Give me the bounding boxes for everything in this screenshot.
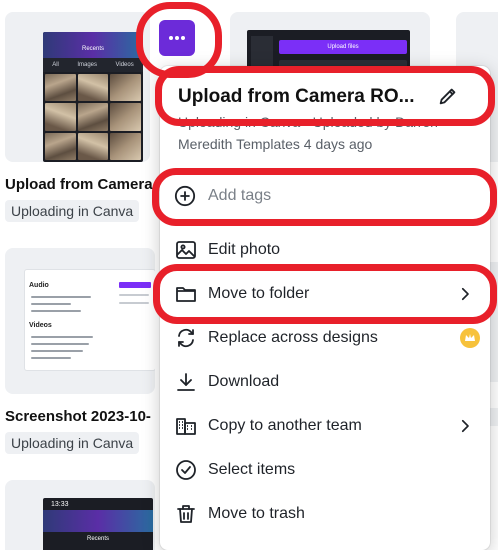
preview-app-bar bbox=[43, 32, 143, 58]
card-subtitle: Uploading in Canva bbox=[5, 200, 140, 222]
media-card-4[interactable]: Audio Videos bbox=[5, 248, 155, 394]
media-card-1[interactable]: Recents All Images Videos bbox=[5, 12, 150, 162]
menu-meta-uploader: Uploading in Canva · Uploaded by Darren bbox=[178, 114, 438, 130]
menu-item-move-to-folder[interactable]: Move to folder bbox=[160, 274, 490, 314]
media-thumbnail: Recents All Images Videos bbox=[43, 32, 143, 162]
preview-tab: Images bbox=[77, 62, 98, 68]
menu-item-label: Copy to another team bbox=[208, 417, 362, 434]
chevron-right-icon bbox=[461, 419, 469, 433]
preview-tab: All bbox=[52, 62, 59, 68]
menu-item-select-items[interactable]: Select items bbox=[160, 450, 490, 490]
replace-icon bbox=[178, 328, 194, 348]
menu-item-label: Move to folder bbox=[208, 285, 310, 302]
card-subtitle: Uploading in Canva bbox=[5, 432, 140, 454]
trash-icon bbox=[177, 505, 195, 523]
menu-item-download[interactable]: Download bbox=[160, 362, 490, 402]
premium-crown-badge bbox=[460, 328, 480, 348]
context-menu: Upload from Camera RO... Uploading in Ca… bbox=[160, 66, 490, 550]
menu-item-copy-to-another-team[interactable]: Copy to another team bbox=[160, 406, 490, 446]
menu-item-edit-photo[interactable]: Edit photo bbox=[160, 230, 490, 270]
team-copy-icon bbox=[176, 418, 196, 435]
menu-item-label: Edit photo bbox=[208, 241, 281, 258]
menu-item-label: Move to trash bbox=[208, 505, 305, 522]
card-title[interactable]: Upload from Camera bbox=[5, 176, 153, 193]
preview-tab: Videos bbox=[115, 62, 134, 68]
preview-app-bar bbox=[43, 510, 153, 532]
chevron-right-icon bbox=[461, 287, 469, 301]
preview-photo-grid bbox=[45, 74, 141, 160]
preview-heading-2: Videos bbox=[29, 322, 52, 329]
preview-heading: Recents bbox=[81, 46, 104, 52]
menu-item-label: Download bbox=[208, 373, 280, 390]
menu-item-replace-across-designs[interactable]: Replace across designs bbox=[160, 318, 490, 358]
add-tags-input[interactable]: Add tags bbox=[168, 180, 482, 212]
preview-heading: Audio bbox=[29, 282, 49, 289]
plus-circle-icon bbox=[174, 185, 196, 207]
media-thumbnail: 13:33 Recents bbox=[43, 498, 153, 550]
pencil-icon[interactable] bbox=[437, 85, 459, 107]
media-thumbnail: Audio Videos bbox=[25, 270, 155, 370]
media-card-5[interactable]: 13:33 Recents bbox=[5, 480, 155, 550]
menu-item-label: Select items bbox=[208, 461, 296, 478]
more-options-button[interactable] bbox=[159, 20, 195, 56]
preview-heading: Recents bbox=[86, 536, 109, 542]
card-title[interactable]: Screenshot 2023-10- bbox=[5, 408, 151, 425]
download-icon bbox=[177, 373, 195, 391]
check-circle-icon bbox=[176, 460, 196, 480]
preview-tabs: All Images Videos bbox=[43, 58, 143, 72]
folder-icon bbox=[176, 287, 196, 302]
menu-item-label: Replace across designs bbox=[208, 329, 378, 346]
menu-item-move-to-trash[interactable]: Move to trash bbox=[160, 494, 490, 534]
menu-file-title[interactable]: Upload from Camera RO... bbox=[178, 86, 415, 108]
add-tags-placeholder: Add tags bbox=[208, 187, 272, 204]
partial-card bbox=[490, 262, 498, 382]
preview-upload-button: Upload files bbox=[279, 40, 407, 54]
preview-status-time: 13:33 bbox=[51, 501, 69, 508]
image-edit-icon bbox=[176, 241, 196, 259]
crown-icon bbox=[465, 334, 475, 341]
menu-meta-owner-date: Meredith Templates 4 days ago bbox=[178, 136, 373, 152]
more-horizontal-icon bbox=[169, 36, 185, 40]
